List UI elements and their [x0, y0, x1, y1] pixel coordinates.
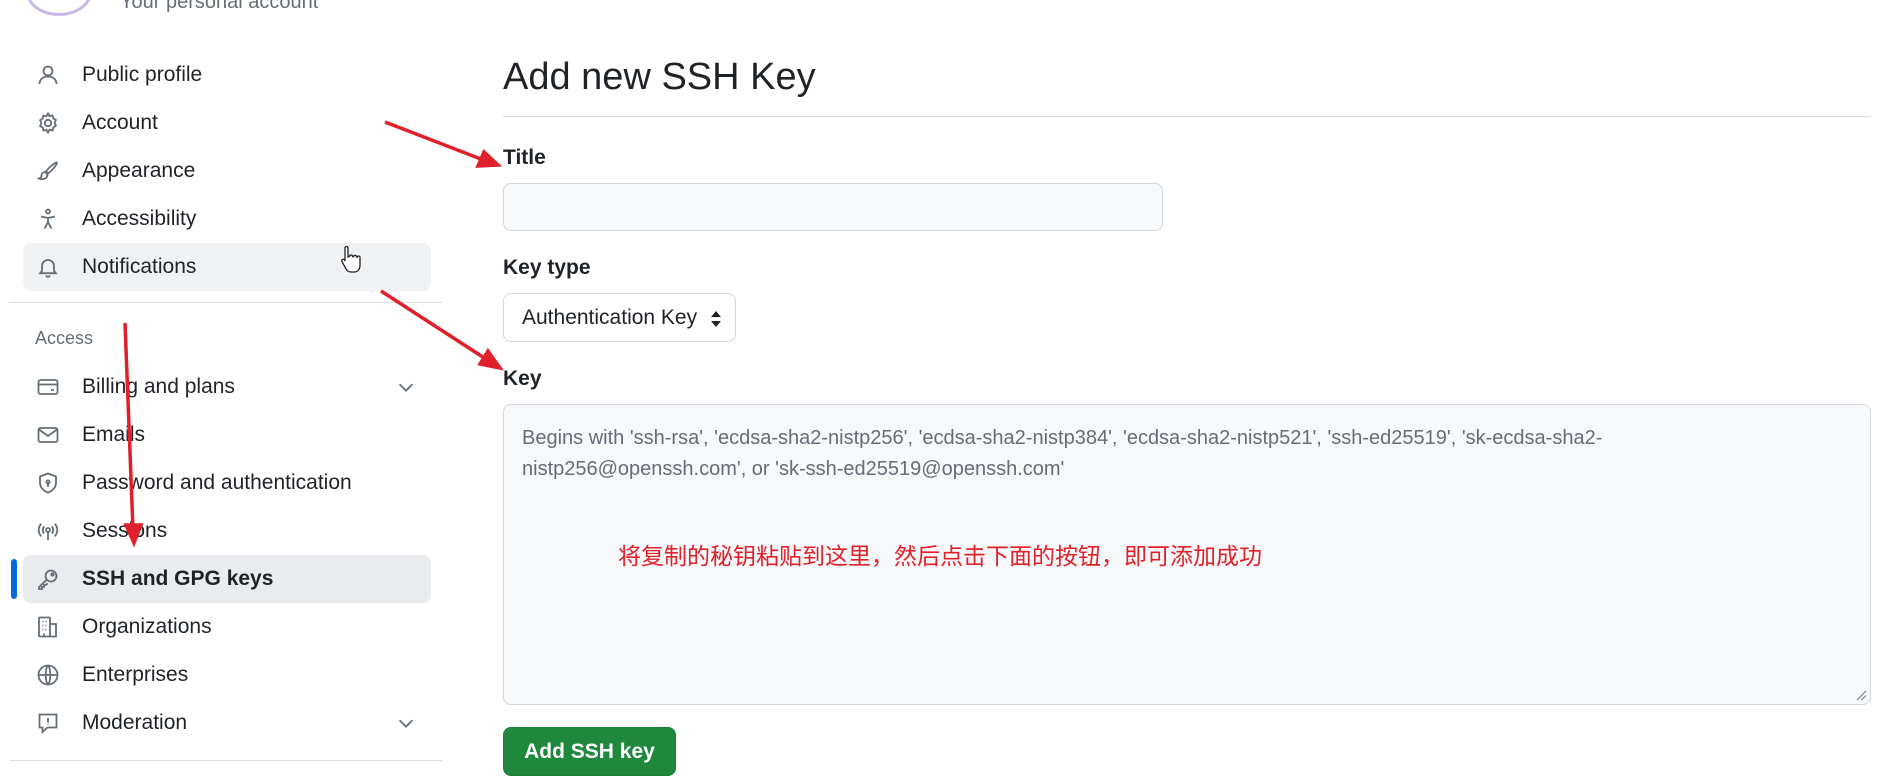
sidebar-item-label: Public profile: [82, 63, 203, 86]
sidebar-item-label: Moderation: [82, 711, 188, 734]
person-icon: [35, 62, 61, 88]
sidebar-item-label: Accessibility: [82, 207, 197, 230]
sidebar-item-password-authentication[interactable]: Password and authentication: [23, 459, 431, 507]
key-type-value: Authentication Key: [522, 305, 698, 329]
avatar[interactable]: [26, 0, 92, 16]
gear-icon: [35, 110, 61, 136]
shield-icon: [35, 470, 61, 496]
arrow-head: [475, 149, 503, 168]
sidebar-item-accessibility[interactable]: Accessibility: [23, 195, 431, 243]
arrow-head: [477, 347, 504, 371]
select-arrows-icon: [711, 311, 721, 327]
broadcast-icon: [35, 518, 61, 544]
account-subtitle: Your personal account: [120, 0, 319, 13]
sidebar-section-heading: Access: [35, 328, 94, 348]
sidebar-divider: [10, 760, 443, 761]
globe-icon: [35, 662, 61, 688]
sidebar-item-label: Organizations: [82, 615, 212, 638]
sidebar-item-label: Notifications: [82, 255, 197, 278]
sidebar-item-label: SSH and GPG keys: [82, 567, 274, 590]
key-type-select[interactable]: Authentication Key: [503, 293, 736, 342]
page-title: Add new SSH Key: [503, 56, 816, 98]
annotation-text: 将复制的秘钥粘贴到这里，然后点击下面的按钮，即可添加成功: [618, 544, 1262, 570]
accessibility-icon: [35, 206, 61, 232]
sidebar-item-label: Account: [82, 111, 158, 134]
sidebar-item-appearance[interactable]: Appearance: [23, 147, 431, 195]
sidebar-item-label: Billing and plans: [82, 375, 235, 398]
title-divider: [503, 116, 1870, 117]
sidebar-item-ssh-gpg-keys[interactable]: SSH and GPG keys: [23, 555, 431, 603]
sidebar-item-enterprises[interactable]: Enterprises: [23, 651, 431, 699]
mail-icon: [35, 422, 61, 448]
report-icon: [35, 710, 61, 736]
sidebar-item-billing[interactable]: Billing and plans: [23, 363, 431, 411]
sidebar-item-public-profile[interactable]: Public profile: [23, 51, 431, 99]
title-label: Title: [503, 146, 546, 169]
bell-icon: [35, 254, 61, 280]
sidebar-item-label: Emails: [82, 423, 146, 446]
sidebar-item-organizations[interactable]: Organizations: [23, 603, 431, 651]
key-icon: [35, 566, 61, 592]
sidebar-item-label: Appearance: [82, 159, 196, 182]
sidebar-item-sessions[interactable]: Sessions: [23, 507, 431, 555]
sidebar-item-emails[interactable]: Emails: [23, 411, 431, 459]
key-type-label: Key type: [503, 256, 591, 279]
chevron-down-icon[interactable]: [395, 376, 417, 398]
sidebar-item-moderation[interactable]: Moderation: [23, 699, 431, 747]
sidebar-item-label: Password and authentication: [82, 471, 352, 494]
resize-handle-icon[interactable]: [1855, 689, 1867, 701]
organization-icon: [35, 614, 61, 640]
credit-card-icon: [35, 374, 61, 400]
chevron-down-icon[interactable]: [395, 712, 417, 734]
active-indicator: [11, 559, 17, 599]
sidebar-item-label: Enterprises: [82, 663, 189, 686]
paintbrush-icon: [35, 158, 61, 184]
sidebar-item-notifications[interactable]: Notifications: [23, 243, 431, 291]
key-label: Key: [503, 367, 542, 390]
sidebar-item-account[interactable]: Account: [23, 99, 431, 147]
title-input[interactable]: [503, 183, 1163, 231]
key-placeholder: Begins with 'ssh-rsa', 'ecdsa-sha2-nistp…: [522, 427, 1603, 480]
sidebar-divider: [10, 302, 443, 303]
add-ssh-key-button[interactable]: Add SSH key: [503, 727, 676, 776]
sidebar-item-label: Sessions: [82, 519, 168, 542]
